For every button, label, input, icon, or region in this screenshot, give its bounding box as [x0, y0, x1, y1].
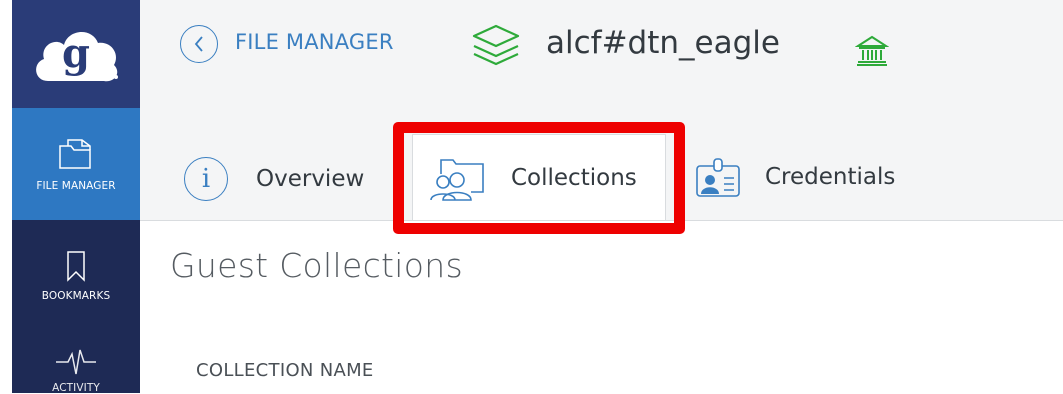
tab-collections[interactable]: Collections	[412, 134, 666, 220]
info-icon: i	[184, 157, 228, 201]
bank-icon	[855, 35, 889, 66]
page-title: Guest Collections	[170, 246, 463, 285]
chevron-left-icon	[194, 36, 203, 52]
main-panel: FILE MANAGER alcf#dtn_eagle i Overview C…	[140, 0, 1063, 393]
sidebar-item-file-manager[interactable]: FILE MANAGER	[12, 108, 140, 220]
collections-icon	[430, 158, 484, 201]
file-manager-link[interactable]: FILE MANAGER	[235, 30, 394, 54]
bookmark-icon	[67, 251, 85, 282]
sidebar-item-bookmarks[interactable]: BOOKMARKS	[12, 220, 140, 332]
globus-logo[interactable]: g	[12, 0, 140, 108]
back-button[interactable]	[180, 25, 218, 63]
activity-icon	[56, 349, 96, 375]
sidebar-item-activity[interactable]: ACTIVITY	[12, 332, 140, 394]
sidebar-item-label: ACTIVITY	[52, 382, 100, 394]
logo-letter: g	[62, 30, 90, 77]
sidebar: g FILE MANAGER BOOKMARKS ACTIVITY	[12, 0, 140, 394]
tab-label: Collections	[511, 164, 637, 191]
sidebar-item-label: FILE MANAGER	[36, 180, 116, 192]
tab-overview[interactable]: i Overview	[184, 157, 364, 201]
folder-icon	[59, 139, 91, 169]
column-header-collection-name[interactable]: COLLECTION NAME	[196, 360, 374, 381]
tab-label: Credentials	[765, 164, 896, 190]
cloud-logo-icon: g	[36, 30, 118, 82]
sidebar-item-label: BOOKMARKS	[41, 290, 111, 302]
endpoint-header: FILE MANAGER alcf#dtn_eagle i Overview C…	[140, 0, 1063, 221]
layers-icon	[472, 24, 520, 66]
endpoint-title: alcf#dtn_eagle	[546, 25, 780, 61]
tab-credentials[interactable]: Credentials	[695, 156, 895, 198]
id-card-icon	[696, 158, 740, 197]
tab-label: Overview	[256, 166, 365, 192]
